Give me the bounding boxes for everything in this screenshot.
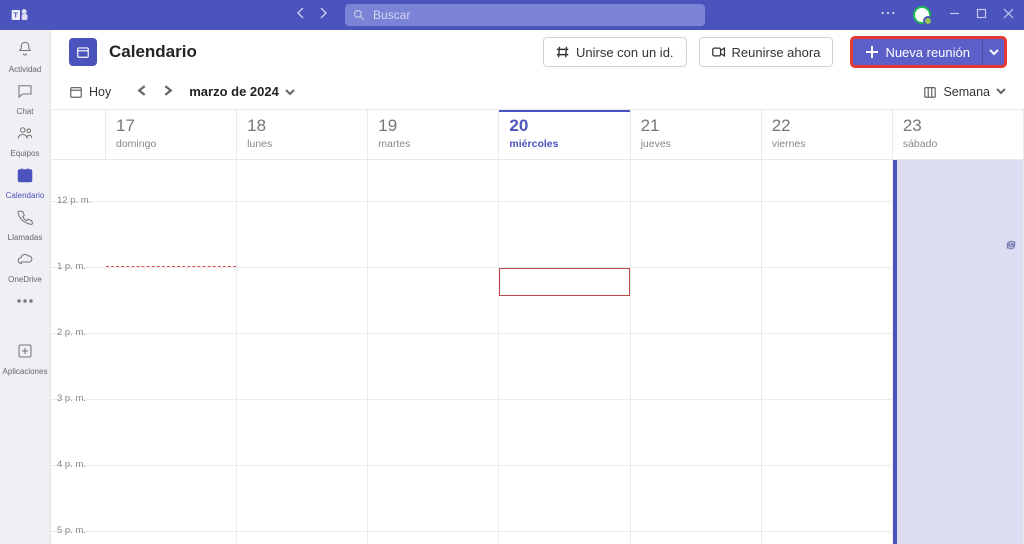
day-column[interactable] bbox=[237, 160, 368, 544]
history-forward-icon[interactable] bbox=[317, 6, 329, 24]
calendar-today-icon bbox=[69, 85, 83, 99]
new-meeting-dropdown[interactable] bbox=[982, 39, 1004, 65]
ellipsis-icon bbox=[16, 292, 34, 315]
calendar-grid[interactable]: 12 p. m. 1 p. m. 2 p. m. 3 p. m. 4 p. m.… bbox=[51, 160, 1024, 544]
teams-app-icon: T bbox=[10, 5, 30, 25]
hash-icon bbox=[556, 45, 570, 59]
prev-week-button[interactable] bbox=[137, 83, 148, 101]
page-header: Calendario Unirse con un id. Reunirse ah… bbox=[51, 30, 1024, 74]
view-selector[interactable]: Semana bbox=[923, 85, 1006, 99]
history-back-icon[interactable] bbox=[295, 6, 307, 24]
window-close-icon[interactable] bbox=[1003, 6, 1014, 24]
button-label: Nueva reunión bbox=[885, 45, 970, 60]
apps-plus-icon bbox=[16, 342, 34, 365]
presence-available-icon bbox=[923, 16, 933, 26]
search-placeholder: Buscar bbox=[373, 8, 410, 22]
join-with-id-button[interactable]: Unirse con un id. bbox=[543, 37, 687, 67]
month-label-text: marzo de 2024 bbox=[189, 84, 279, 99]
day-column-today[interactable] bbox=[499, 160, 630, 544]
page-title: Calendario bbox=[109, 42, 197, 62]
people-icon bbox=[16, 124, 34, 147]
now-indicator-line bbox=[106, 266, 236, 267]
time-label: 2 p. m. bbox=[57, 327, 86, 338]
rail-label: Aplicaciones bbox=[3, 367, 48, 376]
window-maximize-icon[interactable] bbox=[976, 6, 987, 24]
chevron-down-icon bbox=[989, 47, 999, 57]
rail-label: Actividad bbox=[9, 65, 41, 74]
rail-label: Llamadas bbox=[8, 233, 43, 242]
day-header[interactable]: 21jueves bbox=[631, 110, 762, 159]
plus-icon bbox=[865, 45, 879, 59]
day-header[interactable]: 19martes bbox=[368, 110, 499, 159]
day-header[interactable]: 22viernes bbox=[762, 110, 893, 159]
rail-activity[interactable]: Actividad bbox=[0, 36, 50, 78]
calendar-icon bbox=[16, 166, 34, 189]
rail-label: Calendario bbox=[6, 191, 45, 200]
time-gutter: 12 p. m. 1 p. m. 2 p. m. 3 p. m. 4 p. m.… bbox=[51, 160, 106, 544]
day-column-saturday[interactable] bbox=[893, 160, 1024, 544]
rail-more[interactable] bbox=[0, 288, 50, 318]
video-icon bbox=[712, 45, 726, 59]
time-label: 3 p. m. bbox=[57, 393, 86, 404]
chevron-down-icon bbox=[996, 86, 1006, 96]
chevron-down-icon bbox=[285, 87, 295, 97]
time-label: 1 p. m. bbox=[57, 261, 86, 272]
button-label: Unirse con un id. bbox=[576, 45, 674, 60]
search-icon bbox=[353, 9, 365, 21]
rail-chat[interactable]: Chat bbox=[0, 78, 50, 120]
title-bar: T Buscar bbox=[0, 0, 1024, 30]
phone-icon bbox=[16, 208, 34, 231]
bell-icon bbox=[16, 40, 34, 63]
rail-label: OneDrive bbox=[8, 275, 42, 284]
day-header-today[interactable]: 20miércoles bbox=[499, 110, 630, 159]
search-input[interactable]: Buscar bbox=[345, 4, 705, 26]
month-picker[interactable]: marzo de 2024 bbox=[189, 84, 295, 99]
calendar-chip-icon bbox=[69, 38, 97, 66]
meet-now-button[interactable]: Reunirse ahora bbox=[699, 37, 834, 67]
date-nav-bar: Hoy marzo de 2024 Semana bbox=[51, 74, 1024, 110]
rail-calls[interactable]: Llamadas bbox=[0, 204, 50, 246]
button-label: Hoy bbox=[89, 85, 111, 99]
time-label: 5 p. m. bbox=[57, 525, 86, 536]
current-time-slot[interactable] bbox=[499, 268, 629, 296]
time-label: 4 p. m. bbox=[57, 459, 86, 470]
svg-text:T: T bbox=[13, 11, 18, 20]
day-header[interactable]: 18lunes bbox=[237, 110, 368, 159]
more-options-icon[interactable] bbox=[881, 6, 895, 25]
rail-calendar[interactable]: Calendario bbox=[0, 162, 50, 204]
day-column[interactable] bbox=[368, 160, 499, 544]
day-header[interactable]: 17domingo bbox=[106, 110, 237, 159]
new-meeting-button[interactable]: Nueva reunión bbox=[851, 37, 1006, 67]
rail-apps[interactable]: Aplicaciones bbox=[0, 338, 50, 380]
work-week-icon bbox=[923, 85, 937, 99]
time-label: 12 p. m. bbox=[57, 195, 91, 206]
view-label: Semana bbox=[943, 85, 990, 99]
cloud-icon bbox=[16, 250, 34, 273]
chat-icon bbox=[16, 82, 34, 105]
today-button[interactable]: Hoy bbox=[69, 85, 111, 99]
rail-label: Chat bbox=[17, 107, 34, 116]
day-column[interactable] bbox=[762, 160, 893, 544]
day-column[interactable] bbox=[106, 160, 237, 544]
rail-onedrive[interactable]: OneDrive bbox=[0, 246, 50, 288]
day-header-row: 17domingo 18lunes 19martes 20miércoles 2… bbox=[51, 110, 1024, 160]
button-label: Reunirse ahora bbox=[732, 45, 821, 60]
user-avatar[interactable] bbox=[911, 4, 933, 26]
next-week-button[interactable] bbox=[162, 83, 173, 101]
rail-label: Equipos bbox=[11, 149, 40, 158]
day-column[interactable] bbox=[631, 160, 762, 544]
rail-teams[interactable]: Equipos bbox=[0, 120, 50, 162]
window-minimize-icon[interactable] bbox=[949, 6, 960, 24]
day-header[interactable]: 23sábado bbox=[893, 110, 1024, 159]
app-rail: Actividad Chat Equipos Calendario Llamad… bbox=[0, 30, 50, 544]
